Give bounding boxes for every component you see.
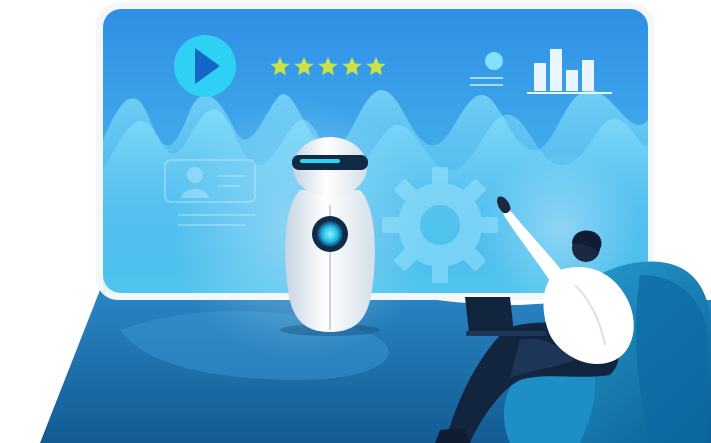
play-button-icon xyxy=(174,35,236,97)
gear-icon xyxy=(382,167,498,283)
illustration-scene xyxy=(0,0,711,443)
person-shoe xyxy=(435,428,470,443)
robot-icon xyxy=(280,137,380,336)
